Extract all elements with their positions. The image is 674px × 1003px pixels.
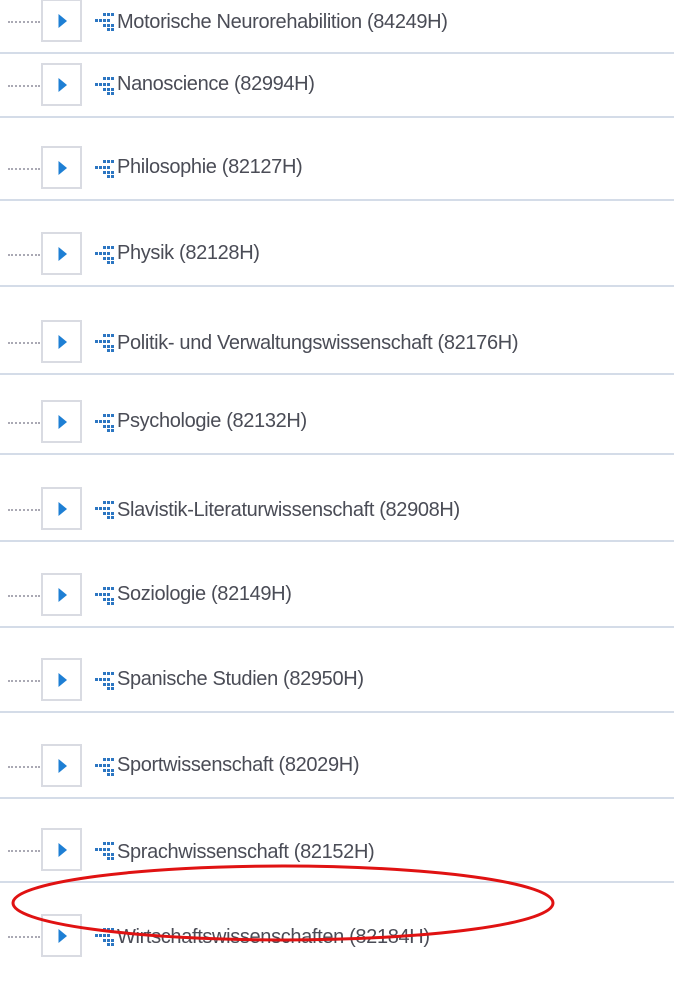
expand-button[interactable] <box>41 63 82 106</box>
tree-row[interactable]: Soziologie (82149H) <box>0 566 674 630</box>
row-divider <box>0 453 674 455</box>
tree-item-label[interactable]: Slavistik-Literaturwissenschaft (82908H) <box>117 496 460 524</box>
chevron-right-icon <box>58 335 67 349</box>
tree-connector <box>8 254 40 256</box>
tree-connector <box>8 85 40 87</box>
tree-row[interactable]: Wirtschaftswissenschaften (82184H) <box>0 907 674 971</box>
tree-item-label[interactable]: Physik (82128H) <box>117 239 260 267</box>
chevron-right-icon <box>58 929 67 943</box>
tree-connector <box>8 850 40 852</box>
row-divider <box>0 881 674 883</box>
tree-item-label[interactable]: Sportwissenschaft (82029H) <box>117 751 359 779</box>
expand-button[interactable] <box>41 320 82 363</box>
tree-connector <box>8 422 40 424</box>
tree-item-label[interactable]: Psychologie (82132H) <box>117 407 307 435</box>
org-unit-icon <box>95 758 114 776</box>
chevron-right-icon <box>58 673 67 687</box>
tree-row[interactable]: Sportwissenschaft (82029H) <box>0 737 674 801</box>
tree-row[interactable]: Spanische Studien (82950H) <box>0 651 674 715</box>
row-divider <box>0 626 674 628</box>
tree-connector <box>8 509 40 511</box>
tree-connector <box>8 936 40 938</box>
tree-connector <box>8 342 40 344</box>
tree-item-label[interactable]: Wirtschaftswissenschaften (82184H) <box>117 923 430 951</box>
org-unit-icon <box>95 334 114 352</box>
row-divider <box>0 540 674 542</box>
tree-row[interactable]: Psychologie (82132H) <box>0 393 674 457</box>
expand-button[interactable] <box>41 232 82 275</box>
tree-row[interactable]: Politik- und Verwaltungswissenschaft (82… <box>0 313 674 377</box>
tree-connector <box>8 595 40 597</box>
tree-connector <box>8 168 40 170</box>
expand-button[interactable] <box>41 744 82 787</box>
org-unit-icon <box>95 414 114 432</box>
org-unit-icon <box>95 160 114 178</box>
row-divider <box>0 116 674 118</box>
tree-item-label[interactable]: Spanische Studien (82950H) <box>117 665 364 693</box>
org-unit-icon <box>95 928 114 946</box>
tree-view: Motorische Neurorehabilition (84249H) Nan… <box>0 0 674 1003</box>
tree-row[interactable]: Slavistik-Literaturwissenschaft (82908H) <box>0 480 674 544</box>
row-divider <box>0 711 674 713</box>
row-divider <box>0 373 674 375</box>
row-divider <box>0 285 674 287</box>
tree-item-label[interactable]: Philosophie (82127H) <box>117 153 303 181</box>
tree-item-label[interactable]: Politik- und Verwaltungswissenschaft (82… <box>117 329 518 357</box>
tree-connector <box>8 680 40 682</box>
chevron-right-icon <box>58 14 67 28</box>
tree-connector <box>8 766 40 768</box>
chevron-right-icon <box>58 78 67 92</box>
chevron-right-icon <box>58 502 67 516</box>
chevron-right-icon <box>58 588 67 602</box>
org-unit-icon <box>95 587 114 605</box>
tree-item-label[interactable]: Soziologie (82149H) <box>117 580 292 608</box>
expand-button[interactable] <box>41 487 82 530</box>
tree-item-label[interactable]: Sprachwissenschaft (82152H) <box>117 838 375 866</box>
tree-connector <box>8 21 40 23</box>
chevron-right-icon <box>58 843 67 857</box>
org-unit-icon <box>95 501 114 519</box>
chevron-right-icon <box>58 247 67 261</box>
row-divider <box>0 797 674 799</box>
org-unit-icon <box>95 13 114 31</box>
expand-button[interactable] <box>41 828 82 871</box>
chevron-right-icon <box>58 161 67 175</box>
expand-button[interactable] <box>41 0 82 42</box>
expand-button[interactable] <box>41 400 82 443</box>
tree-row[interactable]: Motorische Neurorehabilition (84249H) <box>0 0 674 56</box>
tree-row[interactable]: Nanoscience (82994H) <box>0 56 674 120</box>
tree-row[interactable]: Sprachwissenschaft (82152H) <box>0 821 674 885</box>
org-unit-icon <box>95 77 114 95</box>
org-unit-icon <box>95 842 114 860</box>
expand-button[interactable] <box>41 658 82 701</box>
chevron-right-icon <box>58 759 67 773</box>
chevron-right-icon <box>58 415 67 429</box>
tree-item-label[interactable]: Motorische Neurorehabilition (84249H) <box>117 8 448 36</box>
row-divider <box>0 199 674 201</box>
tree-item-label[interactable]: Nanoscience (82994H) <box>117 70 315 98</box>
expand-button[interactable] <box>41 146 82 189</box>
org-unit-icon <box>95 672 114 690</box>
expand-button[interactable] <box>41 914 82 957</box>
tree-row[interactable]: Philosophie (82127H) <box>0 139 674 203</box>
expand-button[interactable] <box>41 573 82 616</box>
row-divider <box>0 52 674 54</box>
org-unit-icon <box>95 246 114 264</box>
tree-row[interactable]: Physik (82128H) <box>0 225 674 289</box>
